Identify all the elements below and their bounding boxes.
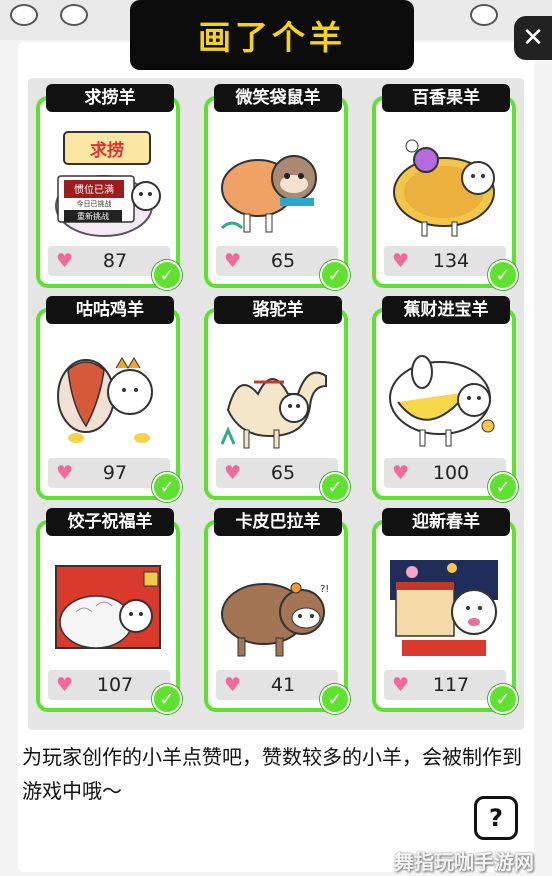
heart-icon: ♥: [392, 674, 410, 696]
heart-icon: ♥: [392, 250, 410, 272]
background-doodle: [10, 4, 38, 26]
heart-icon: ♥: [392, 462, 410, 484]
question-icon: ?: [489, 804, 503, 832]
check-icon[interactable]: ✓: [320, 684, 350, 714]
card-title: 饺子祝福羊: [46, 508, 174, 536]
heart-icon: ♥: [224, 674, 242, 696]
background-doodle: [60, 4, 88, 26]
sheep-card[interactable]: 咕咕鸡羊 ♥ 97 ✓: [36, 296, 182, 502]
title-banner: 画了个羊: [130, 0, 414, 70]
help-button[interactable]: ?: [474, 796, 518, 840]
sheep-illustration: 求捞 惯位已满 今日已挑战 重新挑战: [46, 118, 170, 244]
sheep-card[interactable]: 微笑袋鼠羊 ♥ 65 ✓: [204, 84, 350, 290]
sheep-card[interactable]: 求捞羊 求捞 惯位已满 今日已挑战 重新挑战 ♥ 87 ✓: [36, 84, 182, 290]
check-icon[interactable]: ✓: [488, 260, 518, 290]
card-title: 咕咕鸡羊: [46, 296, 174, 324]
sheep-card[interactable]: 百香果羊 ♥ 134 ✓: [372, 84, 518, 290]
sheep-illustration: [46, 542, 170, 668]
sheep-illustration: [214, 330, 338, 456]
card-title: 骆驼羊: [214, 296, 342, 324]
card-title: 百香果羊: [382, 84, 510, 112]
sheep-illustration: [46, 330, 170, 456]
close-icon: ✕: [522, 23, 544, 53]
check-icon[interactable]: ✓: [152, 684, 182, 714]
sheep-illustration: [382, 330, 506, 456]
heart-icon: ♥: [56, 674, 74, 696]
sheep-illustration: [214, 118, 338, 244]
background-doodle: [470, 4, 498, 26]
sign-text: 求捞: [90, 140, 124, 161]
sheep-card[interactable]: 蕉财进宝羊 ♥ 100 ✓: [372, 296, 518, 502]
close-button[interactable]: ✕: [514, 16, 552, 60]
board-text: 惯位已满: [74, 183, 114, 196]
retry-text: 重新挑战: [77, 211, 109, 221]
card-title: 微笑袋鼠羊: [214, 84, 342, 112]
sheep-card[interactable]: 卡皮巴拉羊 ?! ♥ 41 ✓: [204, 508, 350, 714]
check-icon[interactable]: ✓: [320, 472, 350, 502]
page-title: 画了个羊: [198, 18, 346, 57]
watermark: 舞指玩咖手游网: [394, 850, 534, 874]
check-icon[interactable]: ✓: [488, 684, 518, 714]
check-icon[interactable]: ✓: [320, 260, 350, 290]
card-title: 迎新春羊: [382, 508, 510, 536]
description-text: 为玩家创作的小羊点赞吧，赞数较多的小羊，会被制作到游戏中哦～: [22, 745, 522, 803]
exclaim-text: ?!: [320, 584, 329, 595]
heart-icon: ♥: [224, 462, 242, 484]
sheep-card[interactable]: 迎新春羊 ♥ 117 ✓: [372, 508, 518, 714]
board-subtext: 今日已挑战: [77, 199, 112, 208]
card-title: 蕉财进宝羊: [382, 296, 510, 324]
heart-icon: ♥: [56, 462, 74, 484]
check-icon[interactable]: ✓: [488, 472, 518, 502]
sheep-illustration: [382, 542, 506, 668]
check-icon[interactable]: ✓: [152, 260, 182, 290]
sheep-gallery: 求捞羊 求捞 惯位已满 今日已挑战 重新挑战 ♥ 87 ✓ 微笑袋鼠羊 ♥ 65…: [28, 78, 524, 730]
check-icon[interactable]: ✓: [152, 472, 182, 502]
card-title: 求捞羊: [46, 84, 174, 112]
sheep-card[interactable]: 骆驼羊 ♥ 65 ✓: [204, 296, 350, 502]
card-title: 卡皮巴拉羊: [214, 508, 342, 536]
sheep-card[interactable]: 饺子祝福羊 ♥ 107 ✓: [36, 508, 182, 714]
sheep-illustration: ?!: [214, 542, 338, 668]
sheep-illustration: [382, 118, 506, 244]
heart-icon: ♥: [224, 250, 242, 272]
heart-icon: ♥: [56, 250, 74, 272]
